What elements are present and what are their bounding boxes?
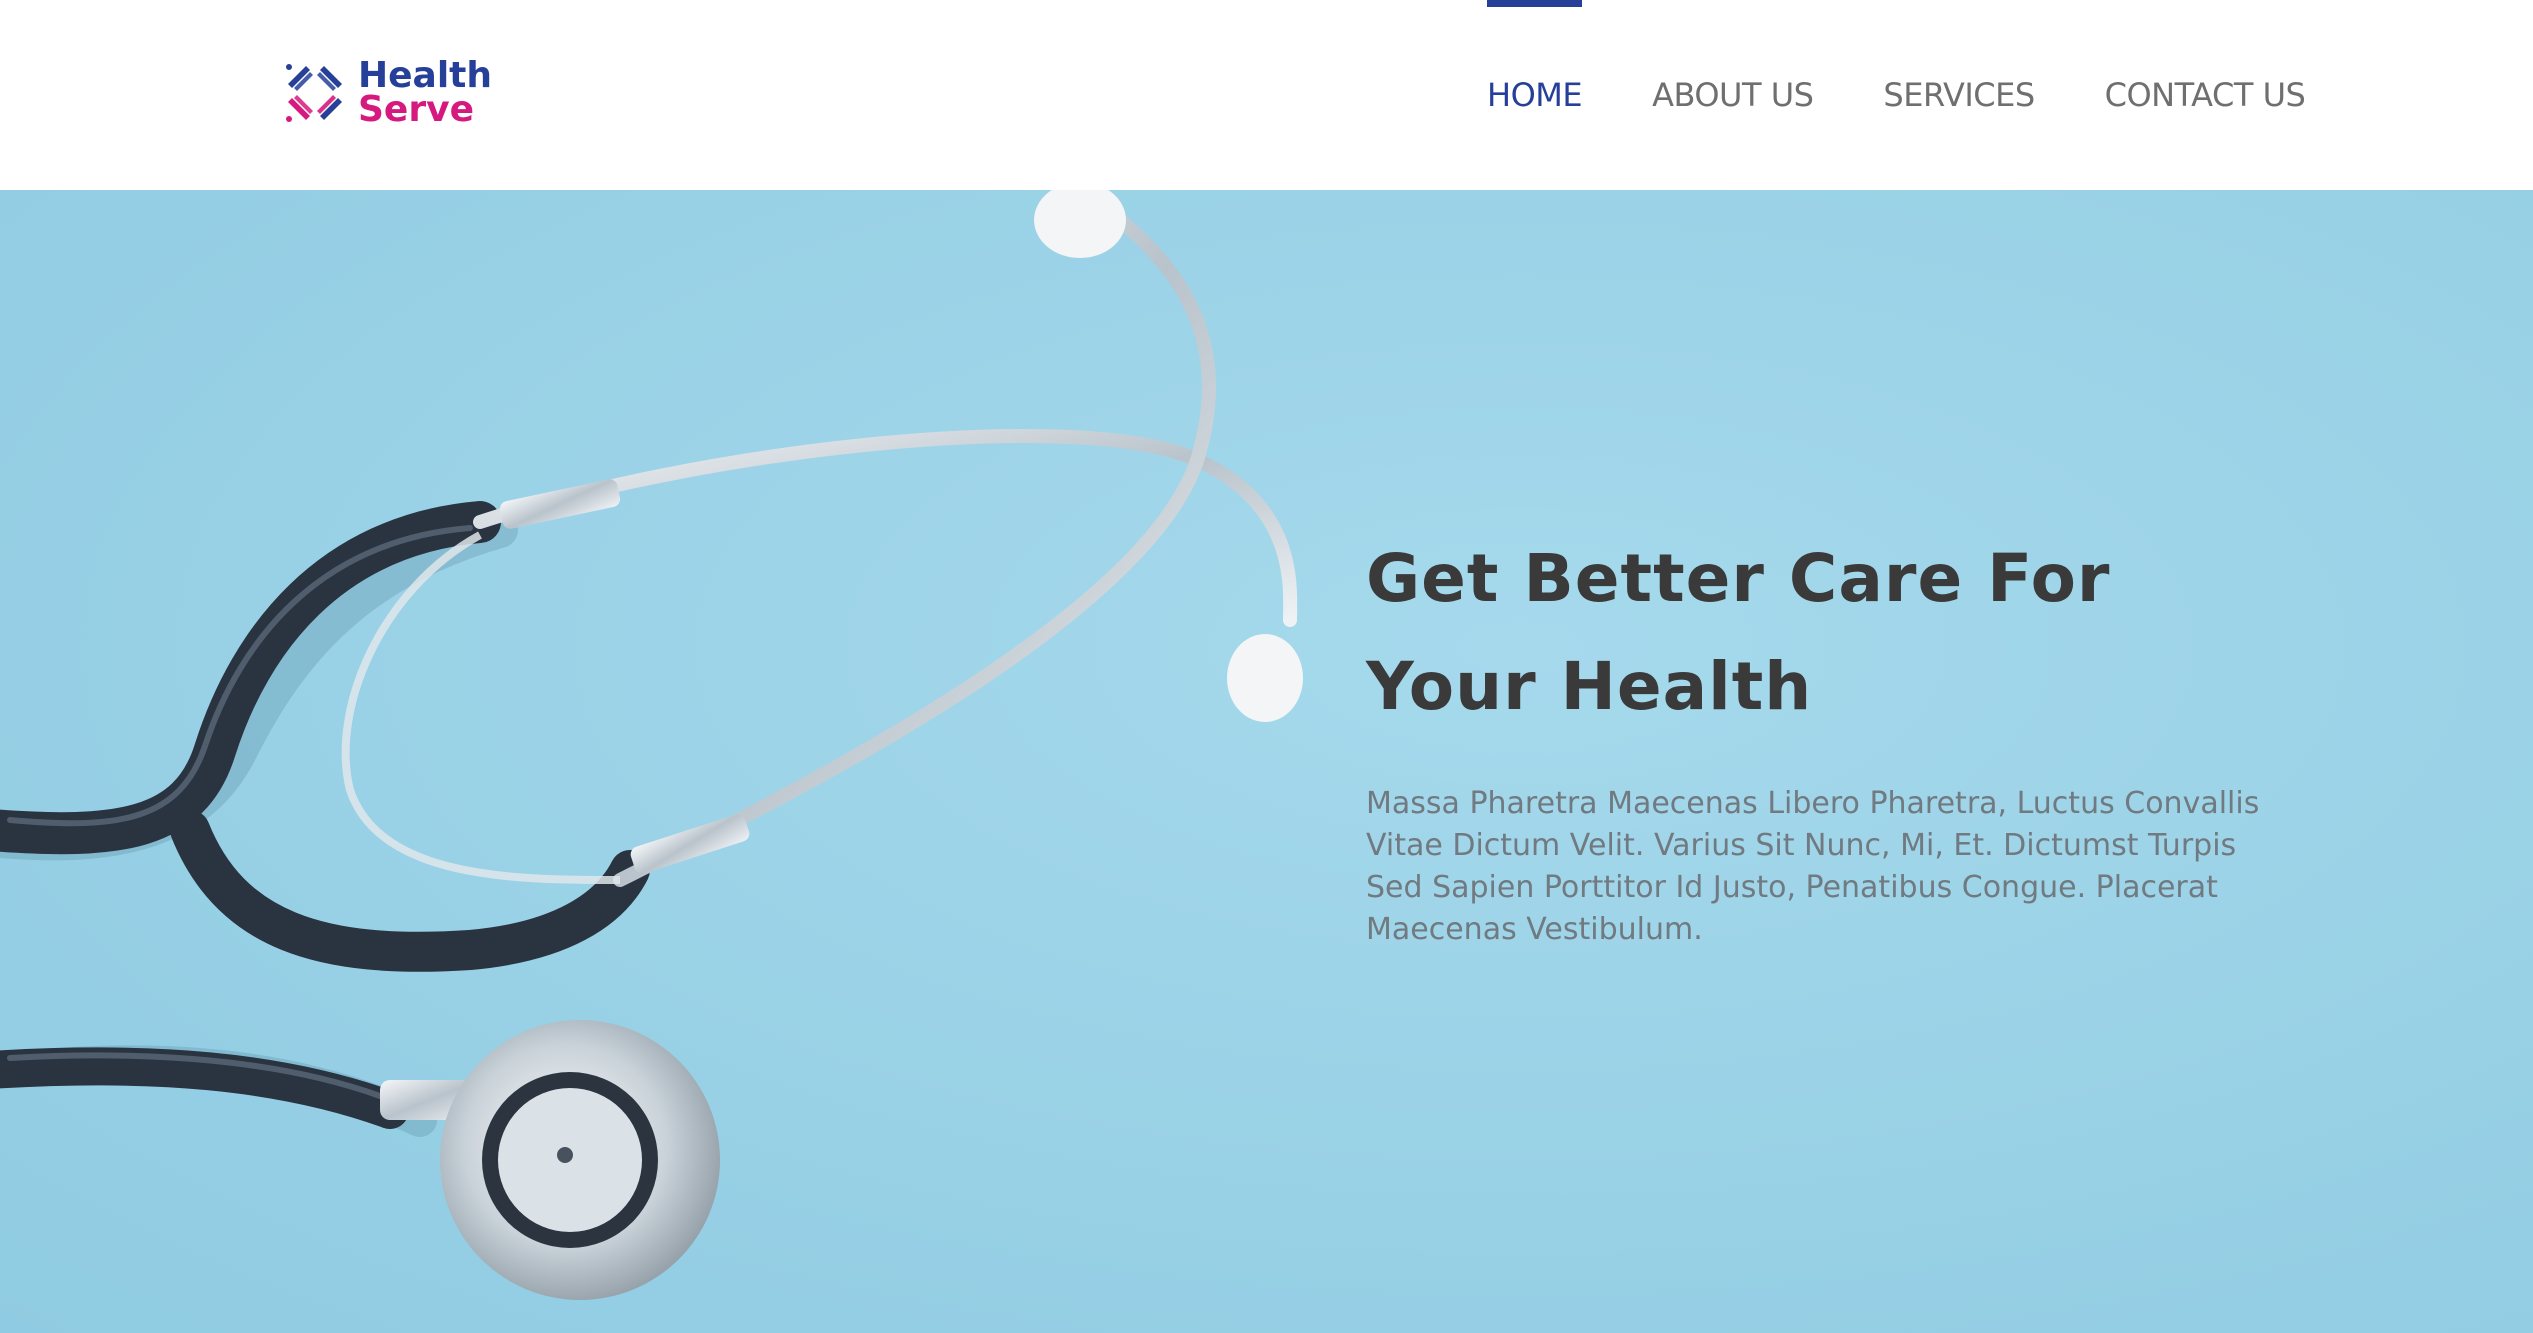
site-header: Health Serve HOME ABOUT US SERVICES CONT… bbox=[0, 0, 2533, 190]
main-nav: HOME ABOUT US SERVICES CONTACT US bbox=[1487, 0, 2306, 190]
logo[interactable]: Health Serve bbox=[280, 58, 510, 128]
logo-text-health: Health bbox=[358, 55, 493, 96]
hero-title-line-1: Get Better Care For bbox=[1366, 540, 2111, 617]
logo-text-serve: Serve bbox=[358, 89, 474, 130]
nav-label-contact-us: CONTACT US bbox=[2104, 76, 2306, 114]
logo-wordmark: Health Serve bbox=[358, 55, 493, 130]
nav-label-home: HOME bbox=[1487, 76, 1583, 114]
nav-item-about-us[interactable]: ABOUT US bbox=[1652, 0, 1814, 190]
active-indicator bbox=[1487, 0, 1583, 7]
nav-item-contact-us[interactable]: CONTACT US bbox=[2105, 0, 2306, 190]
nav-label-about-us: ABOUT US bbox=[1652, 76, 1814, 114]
hero-title: Get Better Care For Your Health bbox=[1366, 525, 2286, 741]
hero-title-line-2: Your Health bbox=[1366, 648, 1813, 725]
cross-arrows-logo-icon bbox=[286, 64, 342, 122]
hero-description: Massa Pharetra Maecenas Libero Pharetra,… bbox=[1366, 786, 2260, 947]
nav-label-services: SERVICES bbox=[1883, 76, 2035, 114]
stethoscope-image bbox=[0, 190, 1303, 1300]
nav-item-home[interactable]: HOME bbox=[1487, 0, 1583, 190]
nav-item-services[interactable]: SERVICES bbox=[1883, 0, 2035, 190]
page: Health Serve HOME ABOUT US SERVICES CONT… bbox=[0, 0, 2533, 1333]
hero-content: Get Better Care For Your Health Massa Ph… bbox=[1366, 525, 2286, 981]
hero-section: Get Better Care For Your Health Massa Ph… bbox=[0, 190, 2533, 1333]
